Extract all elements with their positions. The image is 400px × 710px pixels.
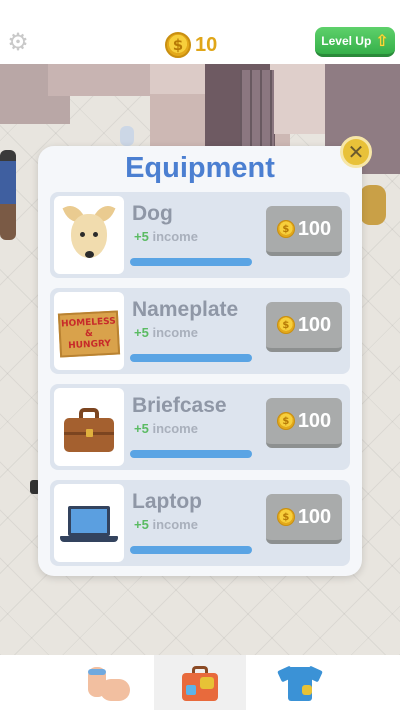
item-progress-bar [130,354,252,362]
buy-button[interactable]: $ 100 [266,494,342,544]
income-amount: +5 [134,229,149,244]
item-price: 100 [297,505,332,528]
item-name: Laptop [132,490,202,513]
item-income: +5 income [134,421,198,436]
income-label: income [152,229,198,244]
sign-line: & [84,328,94,339]
coin-balance-value: 10 [195,33,218,56]
dog-eye [80,232,85,237]
income-label: income [152,421,198,436]
coin-icon: $ [276,412,295,430]
cardboard-sign: HOMELESS & HUNGRY [57,310,121,358]
income-amount: +5 [134,517,149,532]
sign-line: HUNGRY [67,338,112,351]
item-progress-bar [130,546,252,554]
case-patch [186,684,196,695]
bottom-nav [0,655,400,710]
arrow-up-icon: ⇧ [375,31,389,50]
gear-icon[interactable]: ⚙ [6,30,30,54]
nameplate-icon: HOMELESS & HUNGRY [54,292,124,370]
tab-skills[interactable] [62,655,154,710]
equipment-card-dog: Dog +5 income $ 100 [50,192,350,278]
pedestrian [120,126,134,146]
item-income: +5 income [134,229,198,244]
laptop-screen [68,506,110,536]
income-amount: +5 [134,421,149,436]
item-progress-bar [130,258,252,266]
dog-eye [93,232,98,237]
top-hud: ⚙ $ 10 Level Up ⇧ [0,0,400,64]
coin-icon: $ [276,220,295,238]
tab-clothing[interactable] [254,655,346,710]
item-price: 100 [297,313,332,336]
dog-nose [85,251,94,258]
buy-button[interactable]: $ 100 [266,302,342,352]
equipment-card-briefcase: Briefcase +5 income $ 100 [50,384,350,470]
item-progress-bar [130,450,252,458]
progress-fill [130,258,252,266]
level-up-button[interactable]: Level Up ⇧ [315,27,395,57]
pedestrian [0,150,16,240]
progress-fill [130,546,252,554]
item-name: Dog [132,202,173,225]
coin-icon: $ [165,32,191,58]
level-up-label: Level Up [321,33,372,48]
equipment-card-nameplate: HOMELESS & HUNGRY Nameplate +5 income $ … [50,288,350,374]
wristband-shape [88,668,106,675]
muscle-icon [84,663,132,703]
item-price: 100 [297,217,332,240]
case-sticker [200,676,214,689]
shirt-patch [302,684,312,695]
shirt-icon [277,663,323,703]
bicep-shape [100,678,130,701]
equipment-case-icon [178,663,222,703]
coin-balance: $ 10 [165,30,217,60]
progress-fill [130,450,252,458]
buy-button[interactable]: $ 100 [266,206,342,256]
tab-equipment[interactable] [154,655,246,710]
coin-icon: $ [276,316,295,334]
close-button[interactable]: ✕ [340,136,372,168]
item-income: +5 income [134,517,198,532]
item-name: Briefcase [132,394,227,417]
briefcase-clasp [86,429,93,437]
item-name: Nameplate [132,298,239,321]
dog-icon [54,196,124,274]
item-price: 100 [297,409,332,432]
equipment-modal: Equipment Dog +5 income $ 100 HOMELESS &… [38,146,362,576]
progress-fill [130,354,252,362]
income-label: income [152,325,198,340]
item-income: +5 income [134,325,198,340]
equipment-card-laptop: Laptop +5 income $ 100 [50,480,350,566]
coin-icon: $ [276,508,295,526]
buy-button[interactable]: $ 100 [266,398,342,448]
briefcase-icon [54,388,124,466]
laptop-base [60,536,118,542]
laptop-icon [54,484,124,562]
modal-title: Equipment [125,152,275,184]
income-amount: +5 [134,325,149,340]
close-icon: ✕ [347,140,365,164]
pedestrian [360,185,386,225]
shirt-torso [288,666,312,701]
income-label: income [152,517,198,532]
